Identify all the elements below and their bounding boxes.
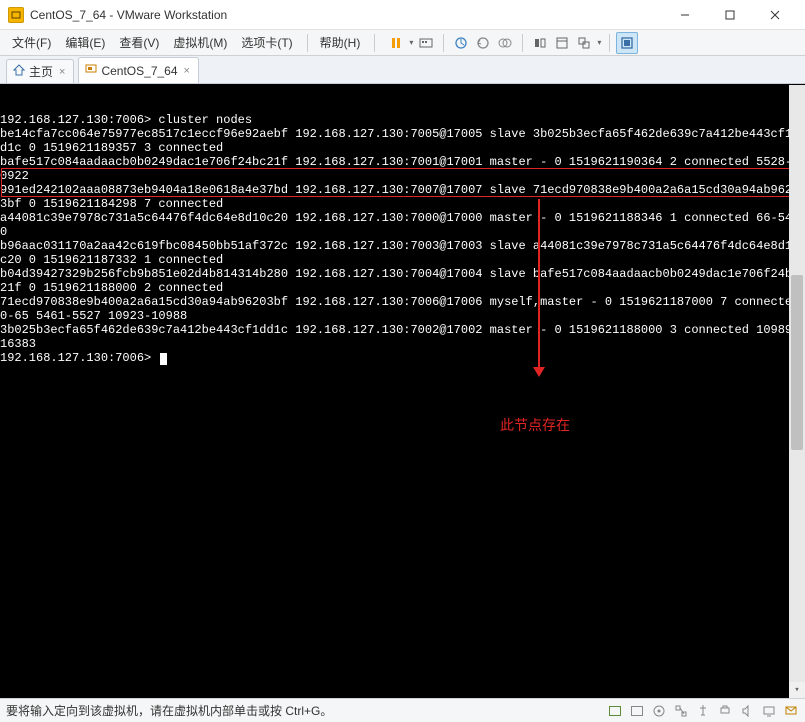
message-icon[interactable] bbox=[783, 703, 799, 719]
disk2-icon[interactable] bbox=[629, 703, 645, 719]
menu-help[interactable]: 帮助(H) bbox=[314, 32, 367, 53]
pause-icon[interactable] bbox=[385, 32, 407, 54]
revert-icon[interactable] bbox=[472, 32, 494, 54]
printer-icon[interactable] bbox=[717, 703, 733, 719]
status-icons bbox=[607, 703, 799, 719]
chevron-down-icon[interactable]: ▾ bbox=[407, 38, 415, 47]
vm-icon bbox=[85, 63, 97, 78]
thumbnail-icon[interactable] bbox=[529, 32, 551, 54]
fullscreen-icon[interactable] bbox=[616, 32, 638, 54]
menu-vm[interactable]: 虚拟机(M) bbox=[167, 32, 233, 53]
tab-home[interactable]: 主页 × bbox=[6, 59, 74, 83]
home-icon bbox=[13, 64, 25, 79]
vertical-scrollbar[interactable]: ▴ ▾ bbox=[789, 85, 805, 698]
separator bbox=[522, 34, 523, 52]
menu-edit[interactable]: 编辑(E) bbox=[59, 32, 111, 53]
terminal[interactable]: 192.168.127.130:7006> cluster nodes be14… bbox=[0, 84, 805, 698]
close-tab-icon[interactable]: × bbox=[182, 65, 192, 77]
separator bbox=[443, 34, 444, 52]
app-icon bbox=[8, 7, 24, 23]
menu-tabs[interactable]: 选项卡(T) bbox=[235, 32, 298, 53]
tab-vm[interactable]: CentOS_7_64 × bbox=[78, 57, 199, 83]
terminal-output: 192.168.127.130:7006> cluster nodes be14… bbox=[0, 113, 805, 365]
menu-separator bbox=[307, 34, 308, 52]
scroll-thumb[interactable] bbox=[791, 275, 803, 449]
separator bbox=[609, 34, 610, 52]
status-text: 要将输入定向到该虚拟机，请在虚拟机内部单击或按 Ctrl+G。 bbox=[6, 702, 332, 719]
close-button[interactable] bbox=[752, 0, 797, 30]
menu-file[interactable]: 文件(F) bbox=[6, 32, 57, 53]
unity-icon[interactable] bbox=[573, 32, 595, 54]
cursor bbox=[160, 353, 167, 365]
annotation-arrow bbox=[538, 199, 540, 369]
chevron-down-icon[interactable]: ▾ bbox=[595, 38, 603, 47]
menubar: 文件(F) 编辑(E) 查看(V) 虚拟机(M) 选项卡(T) 帮助(H) ▾ … bbox=[0, 30, 805, 56]
tab-label: 主页 bbox=[29, 63, 53, 80]
annotation-text: 此节点存在 bbox=[500, 418, 570, 432]
sound-icon[interactable] bbox=[739, 703, 755, 719]
disk-icon[interactable] bbox=[607, 703, 623, 719]
network-icon[interactable] bbox=[673, 703, 689, 719]
display-icon[interactable] bbox=[761, 703, 777, 719]
maximize-button[interactable] bbox=[707, 0, 752, 30]
usb-icon[interactable] bbox=[695, 703, 711, 719]
titlebar: CentOS_7_64 - VMware Workstation bbox=[0, 0, 805, 30]
scroll-track[interactable] bbox=[789, 101, 805, 682]
statusbar: 要将输入定向到该虚拟机，请在虚拟机内部单击或按 Ctrl+G。 bbox=[0, 698, 805, 722]
cd-icon[interactable] bbox=[651, 703, 667, 719]
manage-snapshots-icon[interactable] bbox=[494, 32, 516, 54]
scroll-down-button[interactable]: ▾ bbox=[789, 682, 805, 698]
window-title: CentOS_7_64 - VMware Workstation bbox=[30, 8, 662, 22]
minimize-button[interactable] bbox=[662, 0, 707, 30]
send-keys-icon[interactable] bbox=[415, 32, 437, 54]
tab-label: CentOS_7_64 bbox=[101, 64, 177, 78]
close-tab-icon[interactable]: × bbox=[57, 66, 67, 78]
library-icon[interactable] bbox=[551, 32, 573, 54]
snapshot-icon[interactable] bbox=[450, 32, 472, 54]
tabbar: 主页 × CentOS_7_64 × bbox=[0, 56, 805, 84]
menu-view[interactable]: 查看(V) bbox=[113, 32, 165, 53]
window-controls bbox=[662, 0, 797, 30]
menu-separator bbox=[374, 34, 375, 52]
